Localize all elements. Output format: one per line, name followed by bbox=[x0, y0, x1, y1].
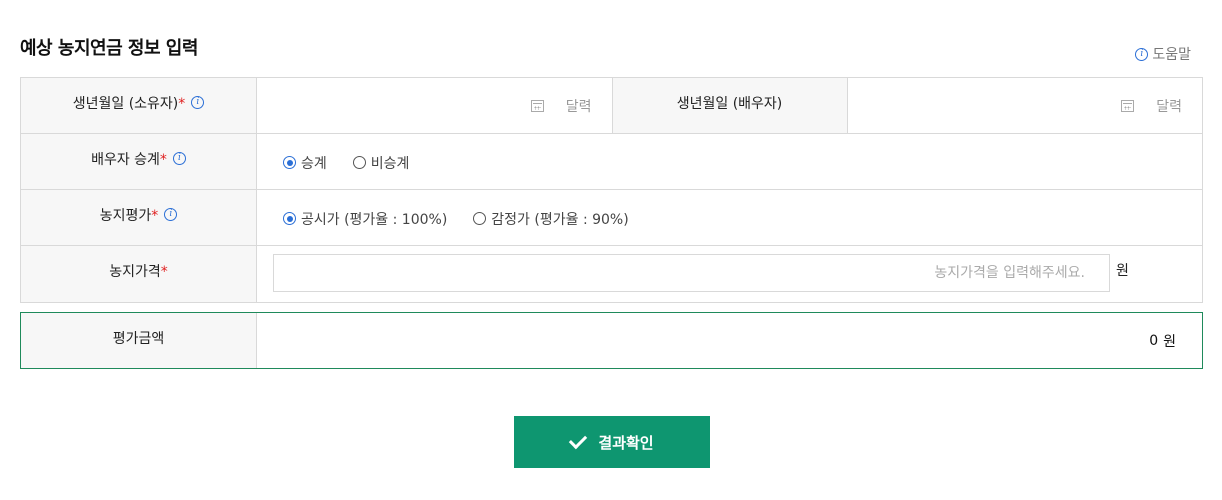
check-result-button[interactable]: 결과확인 bbox=[514, 416, 710, 468]
spouse-succession-header: 배우자 승계* i bbox=[21, 134, 257, 189]
help-label: 도움말 bbox=[1152, 47, 1191, 63]
valuation-unit: 원 bbox=[1163, 333, 1176, 350]
required-mark: * bbox=[160, 264, 168, 280]
calendar-icon[interactable] bbox=[1121, 99, 1135, 112]
valuation-result-box: 평가금액 0 원 bbox=[20, 312, 1203, 369]
page-title: 예상 농지연금 정보 입력 bbox=[20, 38, 198, 59]
land-price-unit: 원 bbox=[1116, 263, 1129, 279]
checkmark-icon bbox=[569, 430, 588, 449]
radio-unchecked-icon[interactable] bbox=[473, 212, 487, 225]
land-price-header: 농지가격* bbox=[21, 246, 257, 302]
valuation-result-header: 평가금액 bbox=[21, 313, 257, 368]
birth-owner-header: 생년월일 (소유자)* i bbox=[21, 78, 257, 133]
radio-label: 감정가 (평가율 : 90%) bbox=[491, 211, 629, 228]
info-icon: i bbox=[1135, 47, 1149, 61]
land-valuation-header: 농지평가* i bbox=[21, 190, 257, 245]
spouse-succession-label: 배우자 승계 bbox=[91, 151, 160, 168]
land-valuation-label: 농지평가 bbox=[99, 207, 152, 224]
birth-spouse-label: 생년월일 (배우자) bbox=[676, 95, 783, 112]
birth-owner-label: 생년월일 (소유자) bbox=[72, 95, 179, 112]
info-icon[interactable]: i bbox=[191, 96, 205, 109]
radio-no-succession[interactable]: 비승계 bbox=[352, 153, 410, 173]
calendar-icon[interactable] bbox=[530, 99, 544, 112]
radio-checked-icon[interactable] bbox=[283, 156, 296, 169]
info-icon[interactable]: i bbox=[164, 208, 178, 221]
check-result-label: 결과확인 bbox=[598, 433, 654, 452]
valuation-amount: 0 bbox=[1149, 332, 1159, 349]
valuation-result-value: 0 원 bbox=[257, 313, 1202, 368]
radio-unchecked-icon[interactable] bbox=[352, 156, 366, 169]
spouse-succession-row: 배우자 승계* i 승계 비승계 bbox=[21, 134, 1202, 190]
calendar-button-label[interactable]: 달력 bbox=[566, 96, 592, 116]
radio-appraised-price[interactable]: 감정가 (평가율 : 90%) bbox=[473, 209, 629, 229]
birth-spouse-date-field[interactable]: 달력 bbox=[848, 78, 1203, 133]
spouse-succession-radio-group: 승계 비승계 bbox=[257, 151, 409, 173]
radio-checked-icon[interactable] bbox=[283, 212, 296, 225]
land-valuation-row: 농지평가* i 공시가 (평가율 : 100%) 감정가 (평가율 : 90%) bbox=[21, 190, 1202, 246]
valuation-result-label: 평가금액 bbox=[112, 330, 165, 347]
required-mark: * bbox=[159, 151, 167, 168]
land-price-row: 농지가격* 원 bbox=[21, 246, 1202, 302]
radio-label: 공시가 (평가율 : 100%) bbox=[301, 211, 448, 228]
birth-date-row: 생년월일 (소유자)* i 달력 생년월일 (배우자) 달력 bbox=[21, 78, 1202, 134]
radio-succession[interactable]: 승계 bbox=[283, 153, 327, 173]
birth-spouse-header: 생년월일 (배우자) bbox=[611, 78, 848, 133]
required-mark: * bbox=[178, 95, 186, 112]
calendar-button-label[interactable]: 달력 bbox=[1156, 96, 1182, 116]
info-form-table: 생년월일 (소유자)* i 달력 생년월일 (배우자) 달력 배우자 승계* i… bbox=[20, 77, 1203, 303]
birth-owner-date-field[interactable]: 달력 bbox=[257, 78, 612, 133]
land-valuation-radio-group: 공시가 (평가율 : 100%) 감정가 (평가율 : 90%) bbox=[257, 207, 629, 229]
radio-label: 비승계 bbox=[370, 155, 410, 172]
land-price-label: 농지가격 bbox=[109, 264, 161, 280]
radio-official-price[interactable]: 공시가 (평가율 : 100%) bbox=[283, 209, 447, 229]
help-link[interactable]: i 도움말 bbox=[1135, 44, 1191, 64]
required-mark: * bbox=[151, 207, 159, 224]
land-price-input[interactable] bbox=[273, 254, 1110, 292]
info-icon[interactable]: i bbox=[172, 152, 186, 165]
radio-label: 승계 bbox=[301, 155, 327, 172]
